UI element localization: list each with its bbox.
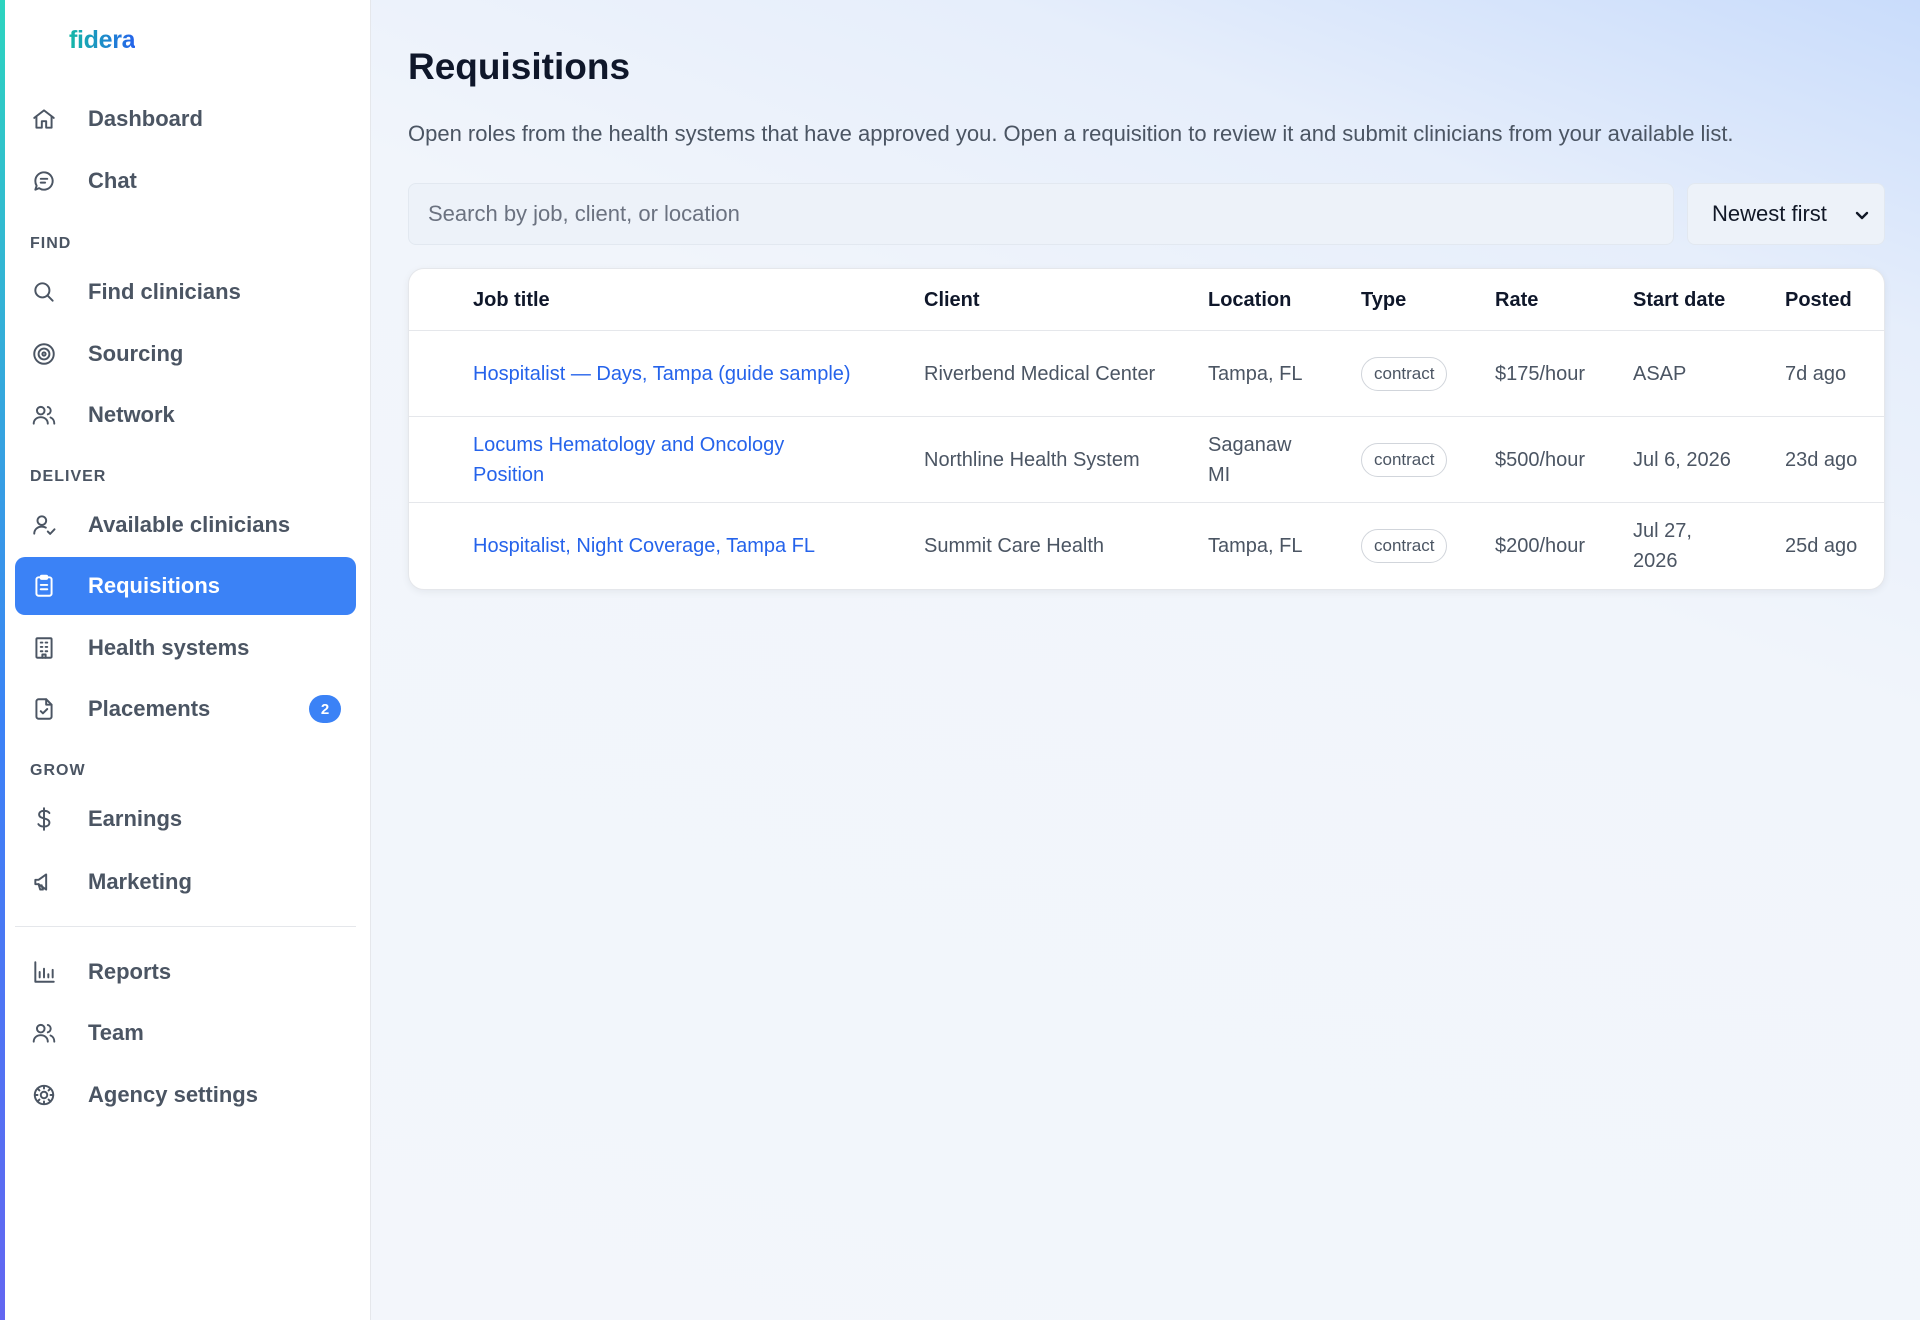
sidebar-item-label: Chat: [88, 168, 137, 193]
sidebar-item-find-clinicians[interactable]: Find clinicians: [15, 263, 356, 321]
location-cell: Tampa, FL: [1208, 363, 1303, 385]
sidebar-item-label: Earnings: [88, 806, 183, 831]
target-icon: [30, 340, 58, 368]
column-header-location[interactable]: Location: [1208, 269, 1291, 331]
sidebar-item-label: Marketing: [88, 869, 192, 894]
sidebar-item-label: Sourcing: [88, 341, 184, 366]
megaphone-icon: [30, 868, 58, 896]
column-header-posted[interactable]: Posted: [1785, 269, 1852, 331]
sidebar-divider: [15, 926, 356, 927]
sidebar-item-label: Dashboard: [88, 106, 203, 131]
users-icon: [30, 401, 58, 429]
sidebar-item-agency-settings[interactable]: Agency settings: [15, 1066, 356, 1124]
sidebar: fidera Dashboard Chat FIND Find clinicia…: [0, 0, 371, 1320]
main-content: Requisitions Open roles from the health …: [371, 0, 1920, 1320]
sidebar-item-label: Team: [88, 1020, 144, 1045]
sidebar-item-requisitions[interactable]: Requisitions: [15, 557, 356, 615]
building-icon: [30, 634, 58, 662]
dollar-icon: [30, 805, 58, 833]
client-cell: Summit Care Health: [924, 535, 1105, 557]
clipboard-icon: [30, 572, 58, 600]
chat-icon: [30, 167, 58, 195]
section-label-find: FIND: [30, 235, 72, 252]
sidebar-item-available-clinicians[interactable]: Available clinicians: [15, 496, 356, 554]
sidebar-item-label: Placements: [88, 696, 211, 721]
sort-select-value: Newest first: [1712, 201, 1827, 226]
start-date-cell: Jul 6, 2026: [1633, 449, 1731, 471]
table-row[interactable]: Hospitalist, Night Coverage, Tampa FL Su…: [409, 503, 1884, 589]
sidebar-item-sourcing[interactable]: Sourcing: [15, 325, 356, 383]
requisitions-table: Job title Client Location Type Rate Star…: [408, 268, 1885, 590]
sidebar-item-label: Network: [88, 402, 175, 427]
sidebar-item-reports[interactable]: Reports: [15, 943, 356, 1001]
client-cell: Riverbend Medical Center: [924, 363, 1156, 385]
column-header-start-date[interactable]: Start date: [1633, 269, 1725, 331]
type-cell: contract: [1361, 503, 1481, 589]
type-badge: contract: [1361, 529, 1448, 563]
sidebar-item-label: Agency settings: [88, 1082, 258, 1107]
type-cell: contract: [1361, 331, 1481, 417]
job-title-link[interactable]: Locums Hematology and Oncology Position: [473, 417, 843, 503]
posted-cell: 25d ago: [1785, 535, 1858, 557]
rate-cell: $500/hour: [1495, 449, 1586, 471]
sidebar-item-health-systems[interactable]: Health systems: [15, 619, 356, 677]
sidebar-item-chat[interactable]: Chat: [15, 152, 356, 210]
start-date-cell: Jul 27, 2026: [1633, 520, 1692, 572]
sidebar-item-label: Find clinicians: [88, 279, 241, 304]
location-cell: Tampa, FL: [1208, 535, 1303, 557]
bar-chart-icon: [30, 958, 58, 986]
posted-cell: 7d ago: [1785, 363, 1847, 385]
users-icon: [30, 1019, 58, 1047]
type-badge: contract: [1361, 357, 1448, 391]
sidebar-accent-strip: [0, 0, 5, 1320]
sort-select[interactable]: Newest first: [1687, 183, 1885, 245]
sidebar-item-earnings[interactable]: Earnings: [15, 790, 356, 848]
column-header-client[interactable]: Client: [924, 269, 980, 331]
type-cell: contract: [1361, 417, 1481, 503]
home-icon: [30, 105, 58, 133]
gear-icon: [30, 1081, 58, 1109]
search-icon: [30, 278, 58, 306]
location-cell: Saganaw MI: [1208, 434, 1292, 486]
app-root: fidera Dashboard Chat FIND Find clinicia…: [0, 0, 1920, 1320]
column-header-type[interactable]: Type: [1361, 269, 1406, 331]
brand-logo[interactable]: fidera: [69, 26, 136, 55]
sidebar-item-label: Health systems: [88, 635, 250, 660]
sidebar-item-label: Requisitions: [88, 573, 221, 598]
rate-cell: $200/hour: [1495, 535, 1586, 557]
table-row[interactable]: Hospitalist — Days, Tampa (guide sample)…: [409, 331, 1884, 417]
chevron-down-icon: [1852, 205, 1872, 225]
sidebar-item-placements[interactable]: Placements 2: [15, 680, 356, 738]
section-label-grow: GROW: [30, 762, 86, 779]
posted-cell: 23d ago: [1785, 449, 1858, 471]
sidebar-item-label: Reports: [88, 959, 172, 984]
column-header-job-title[interactable]: Job title: [473, 269, 550, 331]
page-description: Open roles from the health systems that …: [408, 121, 1734, 146]
page-title: Requisitions: [408, 46, 631, 87]
section-label-deliver: DELIVER: [30, 468, 107, 485]
sidebar-item-team[interactable]: Team: [15, 1004, 356, 1062]
table-row[interactable]: Locums Hematology and Oncology Position …: [409, 417, 1884, 503]
job-title-link[interactable]: Hospitalist — Days, Tampa (guide sample): [473, 331, 903, 417]
column-header-rate[interactable]: Rate: [1495, 269, 1538, 331]
file-check-icon: [30, 695, 58, 723]
client-cell: Northline Health System: [924, 449, 1140, 471]
search-input[interactable]: [408, 183, 1674, 245]
sidebar-item-label: Available clinicians: [88, 512, 291, 537]
user-check-icon: [30, 511, 58, 539]
start-date-cell: ASAP: [1633, 363, 1687, 385]
rate-cell: $175/hour: [1495, 363, 1586, 385]
sidebar-item-dashboard[interactable]: Dashboard: [15, 90, 356, 148]
job-title-link[interactable]: Hospitalist, Night Coverage, Tampa FL: [473, 503, 903, 589]
sidebar-item-marketing[interactable]: Marketing: [15, 853, 356, 911]
sidebar-item-network[interactable]: Network: [15, 386, 356, 444]
type-badge: contract: [1361, 443, 1448, 477]
placements-count-badge: 2: [309, 695, 341, 723]
